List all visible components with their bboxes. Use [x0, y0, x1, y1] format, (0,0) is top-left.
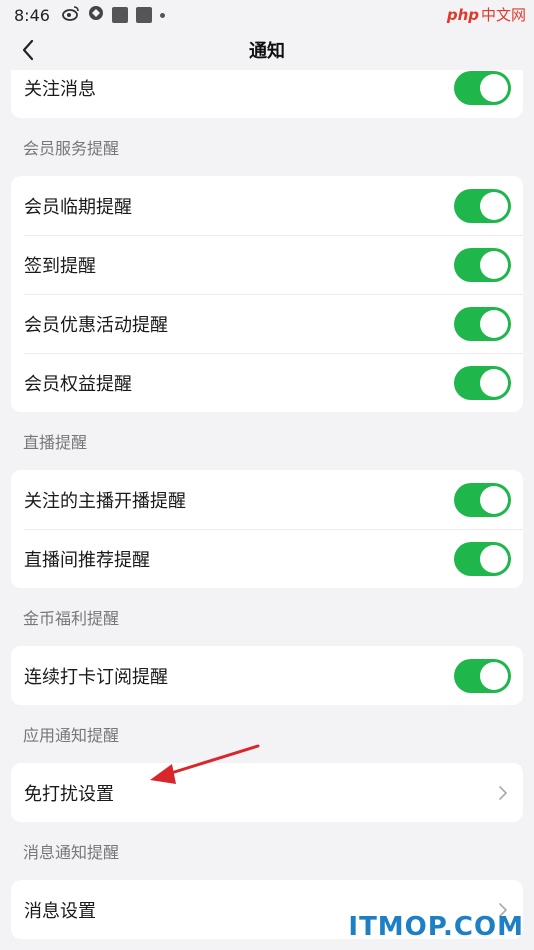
toggle-switch[interactable]	[454, 306, 511, 341]
section-header-coins: 金币福利提醒	[23, 609, 120, 628]
toggle-switch[interactable]	[454, 482, 511, 517]
back-button[interactable]	[14, 36, 42, 64]
navigation-bar: 通知	[0, 30, 534, 70]
settings-card: 关注消息	[11, 70, 523, 118]
section-header-live: 直播提醒	[23, 433, 88, 452]
setting-label: 免打扰设置	[24, 783, 114, 805]
setting-label: 会员优惠活动提醒	[24, 314, 168, 336]
page-title: 通知	[249, 41, 285, 62]
section-header-membership: 会员服务提醒	[23, 139, 120, 158]
app-notification-icon	[135, 7, 152, 23]
site-watermark: php 中文网	[447, 4, 526, 25]
setting-label: 关注的主播开播提醒	[24, 490, 186, 512]
php-logo: php	[446, 5, 479, 24]
status-time: 8:46	[14, 5, 50, 25]
setting-label: 连续打卡订阅提醒	[24, 666, 168, 688]
chevron-left-icon	[22, 39, 34, 61]
settings-card-coins: 连续打卡订阅提醒	[11, 646, 523, 705]
toggle-switch[interactable]	[454, 247, 511, 282]
notification-settings-screen: 8:46 php 中文网 通知 关注消息 会员服务提醒 会员临期提醒 签到提醒 …	[0, 0, 534, 950]
status-bar: 8:46 php 中文网	[0, 0, 534, 30]
setting-row: 会员优惠活动提醒	[11, 294, 523, 353]
setting-label: 会员临期提醒	[24, 196, 132, 218]
setting-row: 会员临期提醒	[11, 176, 523, 235]
setting-label: 会员权益提醒	[24, 373, 132, 395]
itmop-watermark: ITMOP.COM	[348, 912, 524, 942]
weibo-icon	[62, 5, 80, 25]
setting-row: 关注的主播开播提醒	[11, 470, 523, 529]
toggle-switch[interactable]	[454, 541, 511, 576]
section-header-app-notifications: 应用通知提醒	[23, 726, 120, 745]
toggle-switch[interactable]	[454, 658, 511, 693]
section-header-message-notifications: 消息通知提醒	[23, 843, 120, 862]
setting-label: 关注消息	[24, 79, 96, 100]
setting-label: 签到提醒	[24, 255, 96, 277]
toggle-switch[interactable]	[454, 188, 511, 223]
settings-list: 关注消息 会员服务提醒 会员临期提醒 签到提醒 会员优惠活动提醒 会员权益提醒	[0, 70, 534, 939]
settings-card-membership: 会员临期提醒 签到提醒 会员优惠活动提醒 会员权益提醒	[11, 176, 523, 412]
setting-label: 直播间推荐提醒	[24, 549, 150, 571]
toggle-switch[interactable]	[454, 365, 511, 400]
settings-card-app-notifications: 免打扰设置	[11, 763, 523, 822]
php-logo-text: 中文网	[480, 6, 526, 24]
chevron-right-icon	[495, 785, 511, 801]
setting-row: 直播间推荐提醒	[11, 529, 523, 588]
toggle-switch[interactable]	[454, 71, 511, 105]
more-notifications-dot-icon	[159, 12, 165, 18]
do-not-disturb-row[interactable]: 免打扰设置	[11, 763, 523, 822]
setting-row: 签到提醒	[11, 235, 523, 294]
setting-row: 连续打卡订阅提醒	[11, 646, 523, 705]
settings-card-live: 关注的主播开播提醒 直播间推荐提醒	[11, 470, 523, 588]
app-notification-icon	[111, 7, 128, 23]
setting-row-follow-messages: 关注消息	[11, 70, 523, 112]
sync-icon	[88, 5, 104, 25]
setting-row: 会员权益提醒	[11, 353, 523, 412]
